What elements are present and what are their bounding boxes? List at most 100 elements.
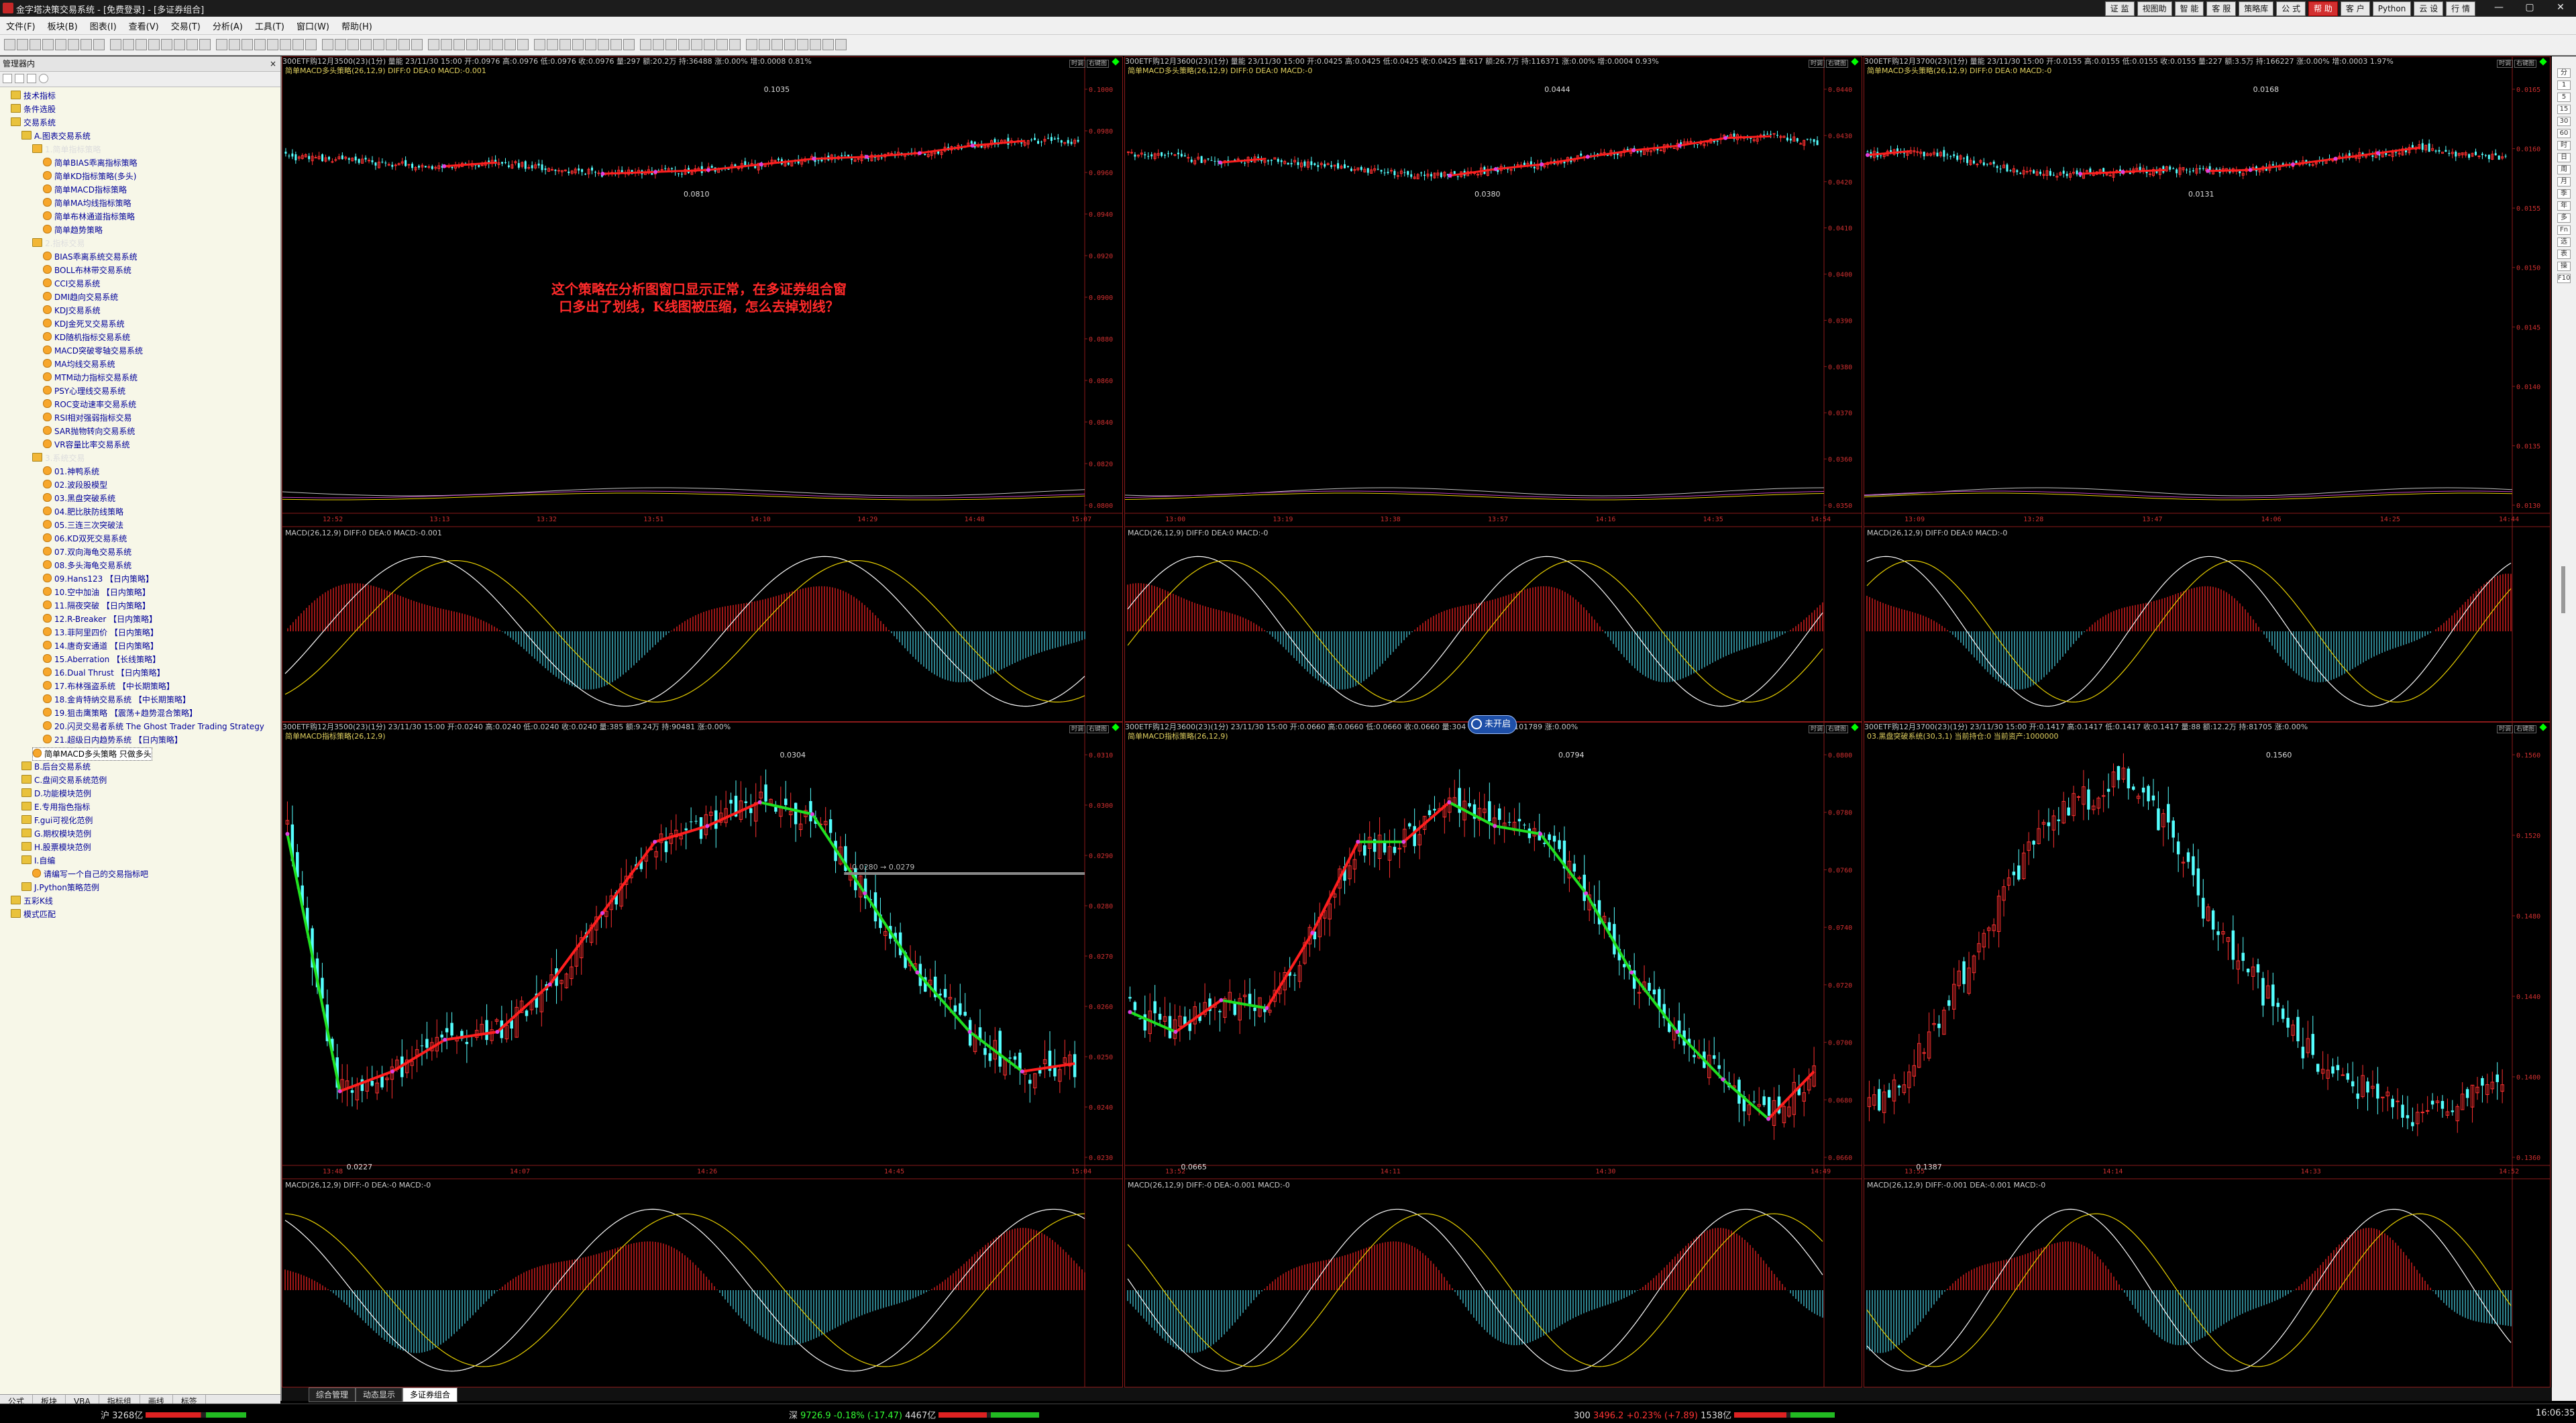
undo-icon[interactable]	[492, 39, 503, 50]
tree-item[interactable]: BOLL布林带交易系统	[43, 264, 131, 276]
print-icon[interactable]	[42, 39, 54, 50]
tree-item[interactable]: 19.狙击鹰策略 【震荡+趋势混合策略】	[43, 707, 197, 719]
fib-icon[interactable]	[665, 39, 677, 50]
copy-icon[interactable]	[466, 39, 478, 50]
search-icon[interactable]	[39, 74, 48, 83]
grid-icon[interactable]	[729, 39, 741, 50]
tree-item[interactable]: 条件选股	[11, 103, 56, 115]
tree-item[interactable]: 15.Aberration 【长线策略】	[43, 653, 160, 666]
tree-item[interactable]: 简单趋势策略	[43, 224, 103, 236]
tree-item[interactable]: MTM动力指标交易系统	[43, 372, 138, 384]
layout-icon[interactable]	[784, 39, 796, 50]
period-button[interactable]: 30	[2557, 117, 2571, 126]
chart-panel[interactable]: 0.0800 0.0780 0.0760 0.0740 0.0720 0.0700 0.06…	[1124, 722, 1862, 1387]
tree-item[interactable]: 14.唐奇安通道 【日内策略】	[43, 640, 158, 652]
period-button[interactable]: 表	[2557, 250, 2571, 259]
window-icon[interactable]	[373, 39, 384, 50]
tree-item[interactable]: I.自编	[21, 855, 55, 867]
cross-icon[interactable]	[610, 39, 622, 50]
menu-item-6[interactable]: 工具(T)	[249, 17, 290, 35]
chart-panel[interactable]: 0.0310 0.0300 0.0290 0.0280 0.0270 0.0260 0.02…	[282, 722, 1123, 1387]
period-button[interactable]: 日	[2557, 153, 2571, 162]
cross-icon[interactable]	[216, 39, 227, 50]
tree-item[interactable]: PSY心理线交易系统	[43, 385, 125, 397]
copy-icon[interactable]	[68, 39, 79, 50]
lock-icon[interactable]	[716, 39, 728, 50]
tree-item[interactable]: 04.肥比肤防线策略	[43, 506, 123, 518]
save-icon[interactable]	[30, 39, 41, 50]
panel-button[interactable]: 右键图	[2514, 60, 2536, 68]
draw-line-icon[interactable]	[585, 39, 596, 50]
period-button[interactable]: 季	[2557, 189, 2571, 199]
tree-item[interactable]: 20.闪灵交易者系统 The Ghost Trader Trading Stra…	[43, 721, 264, 733]
title-button-2[interactable]: 智 能	[2174, 1, 2204, 16]
period-button[interactable]: 选	[2557, 238, 2571, 247]
tree-item[interactable]: SAR抛物转向交易系统	[43, 425, 135, 437]
pointer-icon[interactable]	[572, 39, 584, 50]
tree-item[interactable]: 模式匹配	[11, 908, 56, 920]
open-icon[interactable]	[17, 39, 28, 50]
tree-item[interactable]: C.盘间交易系统范例	[21, 774, 107, 786]
paste-icon[interactable]	[479, 39, 490, 50]
menu-item-4[interactable]: 交易(T)	[165, 17, 207, 35]
tab-overview[interactable]: 综合管理	[309, 1387, 356, 1402]
menu-item-7[interactable]: 窗口(W)	[290, 17, 335, 35]
circle-icon[interactable]	[653, 39, 664, 50]
zoom-out-icon[interactable]	[161, 39, 172, 50]
title-button-7[interactable]: 客 户	[2340, 1, 2370, 16]
period-button[interactable]: 15	[2557, 105, 2571, 114]
panel-button[interactable]: 时调	[1808, 60, 1825, 68]
open-icon[interactable]	[810, 39, 821, 50]
tree-item[interactable]: A.图表交易系统	[21, 130, 91, 142]
zoom-out-icon[interactable]	[559, 39, 571, 50]
period-button[interactable]: 分	[2557, 68, 2571, 78]
chart-panel[interactable]: 0.1000 0.0980 0.0960 0.0940 0.0920 0.0900 0.08…	[282, 56, 1123, 722]
tree-item[interactable]: D.功能模块范例	[21, 788, 91, 800]
new-formula-icon[interactable]	[3, 74, 12, 83]
tree-item[interactable]: 简单MA均线指标策略	[43, 197, 131, 209]
tree-item[interactable]: 16.Dual Thrust 【日内策略】	[43, 667, 165, 679]
tree-item[interactable]: F.gui可视化范例	[21, 814, 93, 827]
close-button[interactable]: ✕	[2545, 0, 2576, 16]
arrow-icon[interactable]	[199, 39, 211, 50]
tree-item[interactable]: 07.双向海龟交易系统	[43, 546, 131, 558]
period-button[interactable]: 5	[2557, 93, 2571, 102]
tree-item[interactable]: KD随机指标交易系统	[43, 331, 130, 344]
zoom-in-icon[interactable]	[547, 39, 558, 50]
panel-button[interactable]: 右键图	[1086, 725, 1109, 733]
title-button-4[interactable]: 策略库	[2239, 1, 2274, 16]
tree-item[interactable]: 10.空中加油 【日内策略】	[43, 586, 150, 598]
tree-item[interactable]: 简单KD指标策略(多头)	[43, 170, 136, 182]
bar-chart-icon[interactable]	[110, 39, 121, 50]
tree-item[interactable]: 技术指标	[11, 90, 56, 102]
channel-icon[interactable]	[280, 39, 291, 50]
delete-icon[interactable]	[704, 39, 715, 50]
cut-icon[interactable]	[55, 39, 66, 50]
tree-item[interactable]: 17.布林强盗系统 【中长期策略】	[43, 680, 174, 692]
tree-item[interactable]: E.专用指色指标	[21, 801, 90, 813]
channel-icon[interactable]	[678, 39, 690, 50]
tree-item[interactable]: H.股票模块范例	[21, 841, 91, 853]
chart-panel[interactable]: 0.0165 0.0160 0.0155 0.0150 0.0145 0.0140 0.01…	[1864, 56, 2551, 722]
tree-item[interactable]: 02.波段股模型	[43, 479, 107, 491]
title-button-10[interactable]: 行 情	[2446, 1, 2475, 16]
vertical-scrollbar-thumb[interactable]	[2561, 566, 2565, 613]
text-icon[interactable]	[623, 39, 635, 50]
tree-item[interactable]: RSI相对强弱指标交易	[43, 412, 132, 424]
candle-icon[interactable]	[517, 39, 529, 50]
tree-item[interactable]: 09.Hans123 【日内策略】	[43, 573, 154, 585]
panel-button[interactable]: 右键图	[1825, 725, 1848, 733]
tree-item[interactable]: 五彩K线	[11, 895, 53, 907]
tree-item[interactable]: 12.R-Breaker 【日内策略】	[43, 613, 157, 625]
open-formula-icon[interactable]	[15, 74, 24, 83]
tree-item[interactable]: MA均线交易系统	[43, 358, 115, 370]
tree-item[interactable]: ROC变动速率交易系统	[43, 399, 136, 411]
title-button-1[interactable]: 视图助	[2137, 1, 2172, 16]
tree-item[interactable]: G.期权模块范例	[21, 828, 91, 840]
refresh-icon[interactable]	[759, 39, 770, 50]
grid-icon[interactable]	[335, 39, 346, 50]
period-button[interactable]: 1	[2557, 81, 2571, 90]
tree-item[interactable]: KDJ金死叉交易系统	[43, 318, 125, 330]
candle-icon[interactable]	[123, 39, 134, 50]
new-icon[interactable]	[797, 39, 808, 50]
